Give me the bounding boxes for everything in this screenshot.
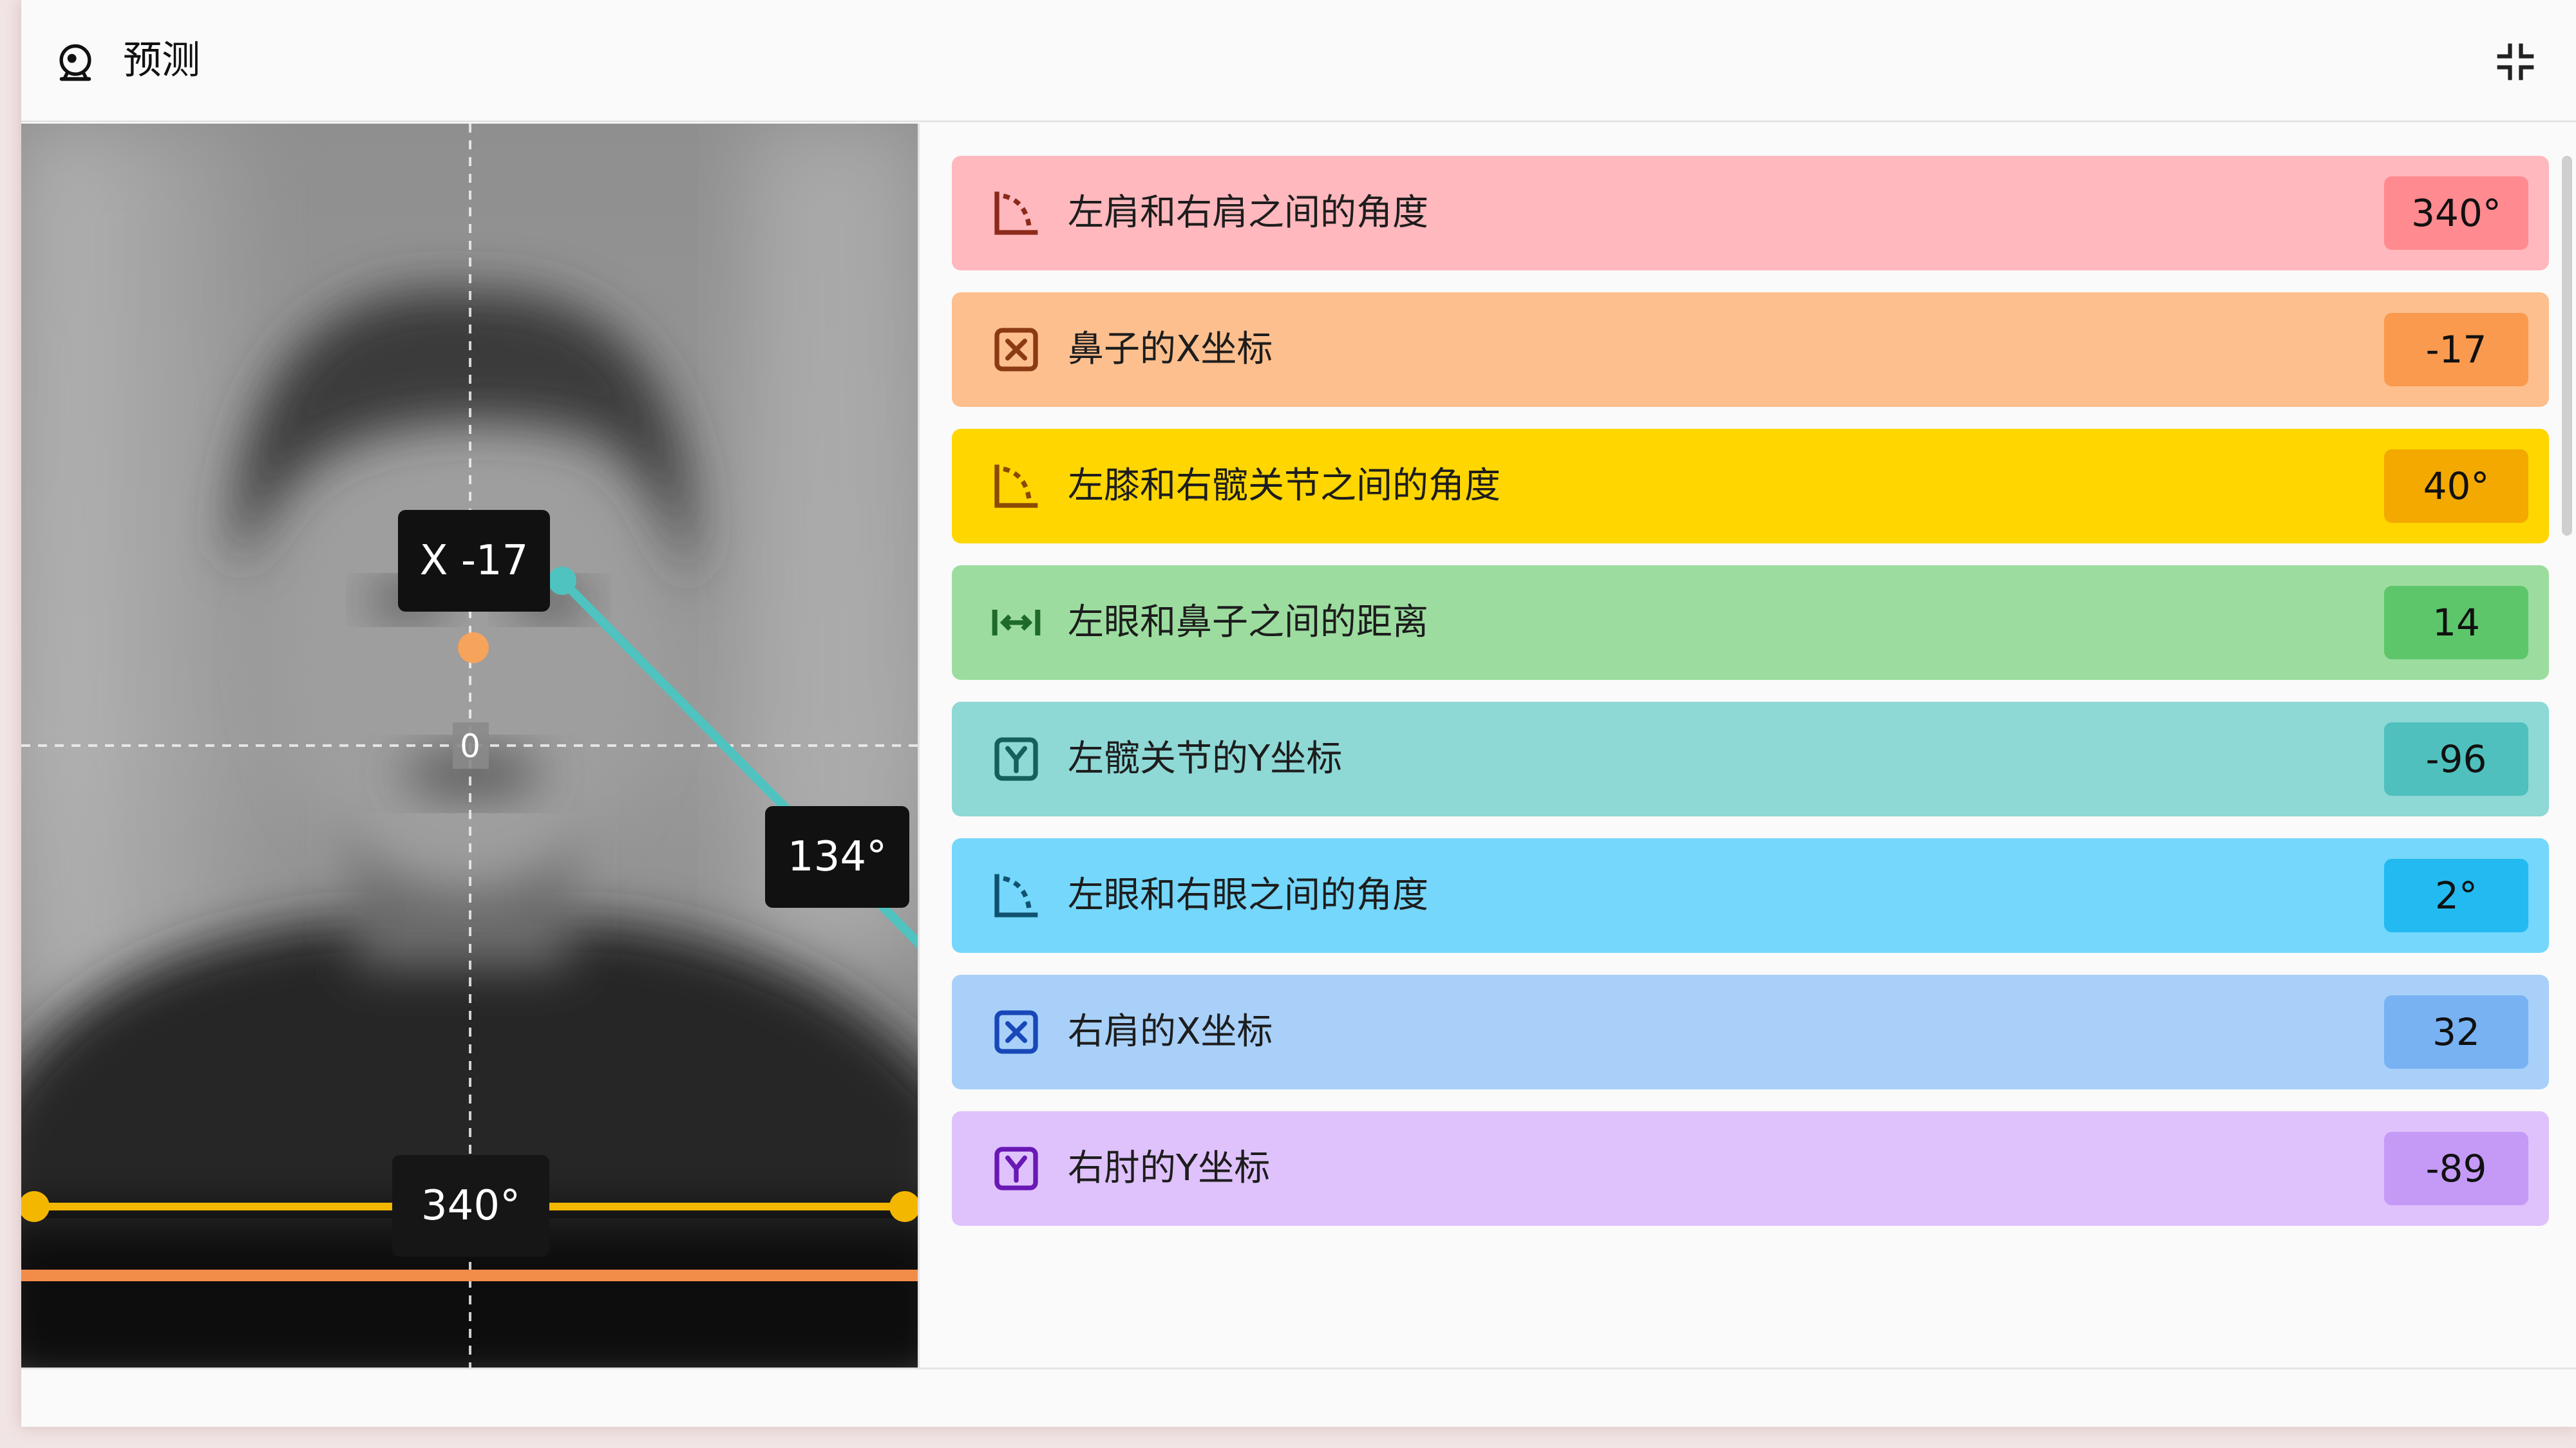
window-title: 预测 [123, 38, 200, 83]
nose-x-tag: X -17 [398, 510, 550, 612]
list-scrollbar[interactable] [2562, 156, 2572, 536]
prediction-value-badge: -96 [2384, 722, 2528, 796]
predictions-list[interactable]: 左肩和右肩之间的角度 340° 鼻子的X坐标 -17 左膝和右髋关节之间的角度 40° 左眼… [918, 124, 2576, 1368]
prediction-label: 左肩和右肩之间的角度 [1068, 192, 1428, 234]
prediction-label: 鼻子的X坐标 [1068, 328, 1273, 370]
elbow-angle-tag: 134° [765, 806, 909, 908]
prediction-row[interactable]: 左髋关节的Y坐标 -96 [952, 702, 2549, 816]
prediction-value-badge: -17 [2384, 313, 2528, 386]
distance-icon [990, 597, 1042, 648]
hip-line [21, 1270, 918, 1281]
prediction-row[interactable]: 左眼和鼻子之间的距离 14 [952, 565, 2549, 680]
camera-view: 0 X -17 134° 340° [21, 124, 918, 1368]
prediction-row[interactable]: 左肩和右肩之间的角度 340° [952, 156, 2549, 270]
shoulder-angle-tag: 340° [392, 1155, 549, 1257]
prediction-row[interactable]: 左膝和右髋关节之间的角度 40° [952, 429, 2549, 543]
prediction-value-badge: 14 [2384, 586, 2528, 659]
nose-point [458, 632, 489, 663]
prediction-label: 左膝和右髋关节之间的角度 [1068, 465, 1501, 507]
prediction-value-badge: 40° [2384, 449, 2528, 523]
prediction-label: 右肘的Y坐标 [1068, 1147, 1271, 1189]
prediction-row[interactable]: 左眼和右眼之间的角度 2° [952, 838, 2549, 953]
prediction-value-badge: 340° [2384, 176, 2528, 250]
axis-origin-label: 0 [460, 728, 480, 765]
prediction-window: 预测 0 X -17 134° 340° 左肩和右肩之间的角度 340° 鼻子的… [21, 0, 2576, 1427]
prediction-row[interactable]: 右肩的X坐标 32 [952, 975, 2549, 1089]
x-box-icon [990, 1006, 1042, 1058]
prediction-label: 左髋关节的Y坐标 [1068, 738, 1343, 780]
collapse-arrows-icon[interactable] [2494, 40, 2537, 84]
window-footer [21, 1368, 2576, 1427]
prediction-row[interactable]: 右肘的Y坐标 -89 [952, 1111, 2549, 1226]
prediction-label: 左眼和右眼之间的角度 [1068, 874, 1428, 916]
prediction-row[interactable]: 鼻子的X坐标 -17 [952, 292, 2549, 407]
prediction-value-badge: -89 [2384, 1132, 2528, 1205]
y-box-icon [990, 733, 1042, 785]
prediction-value-badge: 32 [2384, 995, 2528, 1069]
window-header: 预测 [21, 0, 2576, 122]
prediction-value-badge: 2° [2384, 859, 2528, 932]
x-box-icon [990, 324, 1042, 375]
prediction-label: 左眼和鼻子之间的距离 [1068, 601, 1428, 643]
angle-icon [990, 187, 1042, 239]
prediction-label: 右肩的X坐标 [1068, 1011, 1273, 1053]
robot-head-icon [59, 44, 91, 81]
elbow-point [548, 567, 576, 595]
y-box-icon [990, 1143, 1042, 1194]
angle-icon [990, 870, 1042, 921]
angle-icon [990, 460, 1042, 512]
